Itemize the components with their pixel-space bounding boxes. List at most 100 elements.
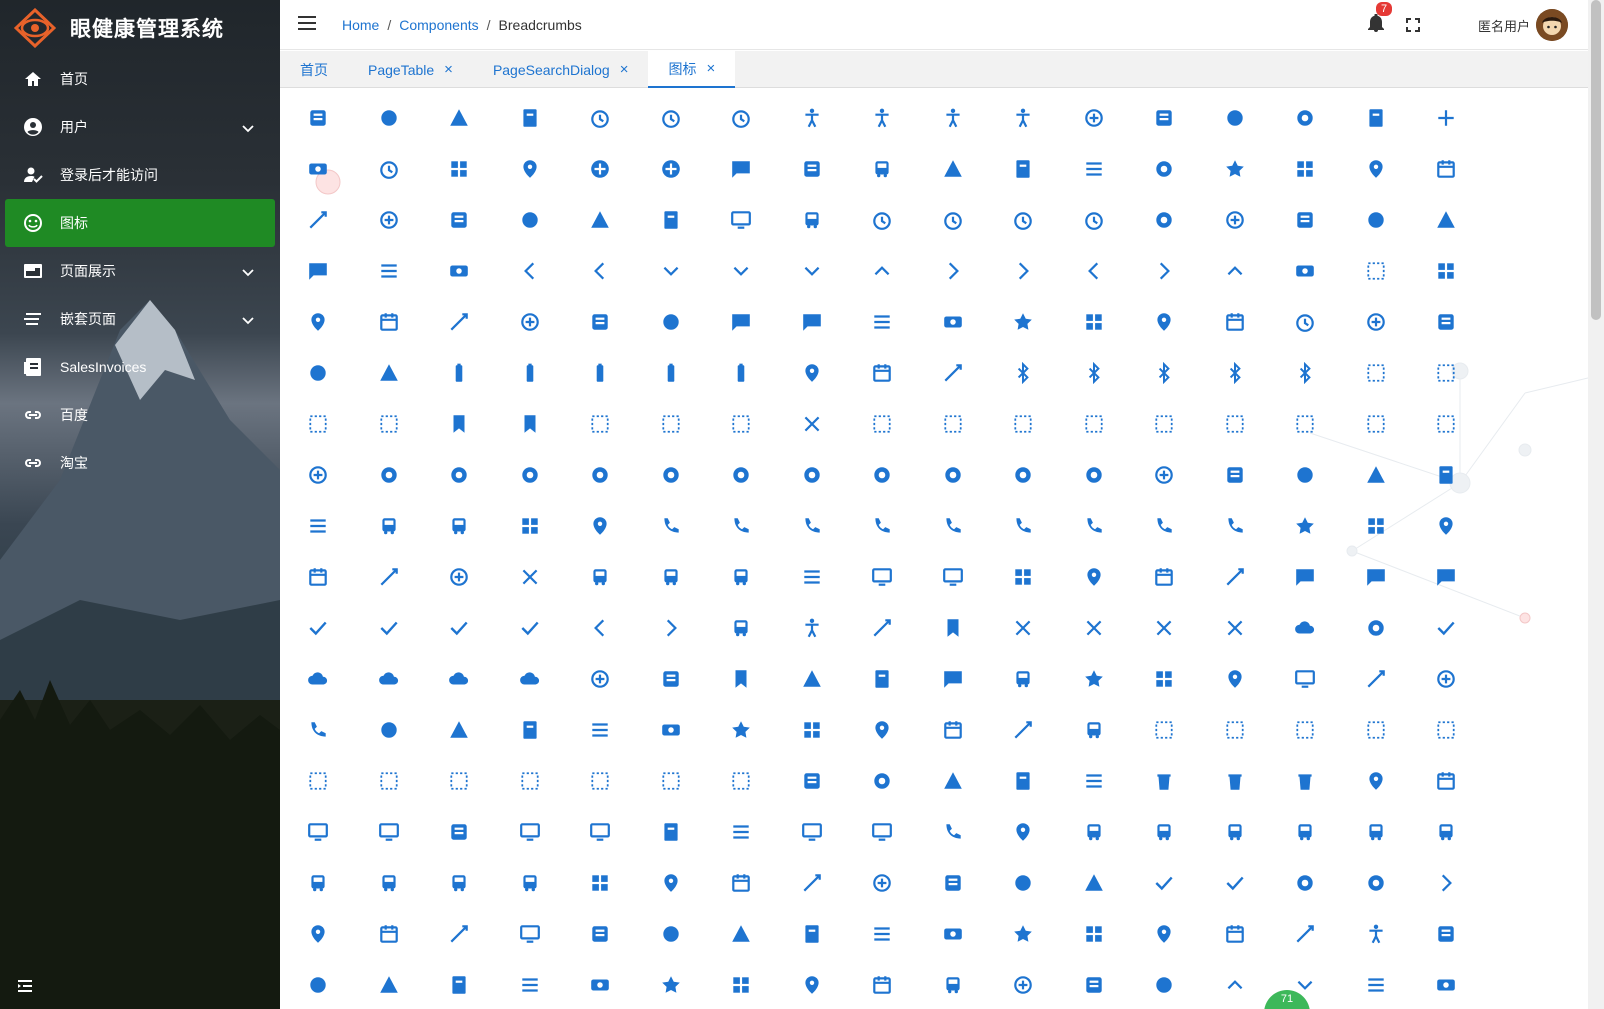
airline-seat-recline-normal-icon[interactable] <box>494 194 566 246</box>
avatar[interactable] <box>1536 9 1568 41</box>
device-hub-icon[interactable] <box>635 806 707 858</box>
cloud-queue-icon[interactable] <box>423 653 495 705</box>
av-timer-icon[interactable] <box>1269 296 1341 348</box>
call-to-action-icon[interactable] <box>1199 500 1271 552</box>
dock-icon[interactable] <box>987 857 1059 909</box>
cloud-icon[interactable] <box>1269 602 1341 654</box>
directions-railway-icon[interactable] <box>1410 806 1482 858</box>
battery-full-icon[interactable] <box>564 347 636 399</box>
call-received-icon[interactable] <box>1058 500 1130 552</box>
account-circle-icon[interactable] <box>1269 92 1341 144</box>
copyright-icon[interactable] <box>846 704 918 756</box>
business-center-icon[interactable] <box>423 500 495 552</box>
crop-7-5-icon[interactable] <box>1410 704 1482 756</box>
chat-bubble-outline-icon[interactable] <box>1410 551 1482 603</box>
delete-sweep-icon[interactable] <box>1269 755 1341 807</box>
center-focus-strong-icon[interactable] <box>1058 551 1130 603</box>
clear-icon[interactable] <box>987 602 1059 654</box>
email-icon[interactable] <box>846 908 918 960</box>
ev-station-2-icon[interactable] <box>705 959 777 1009</box>
brightness-3-icon[interactable] <box>494 449 566 501</box>
card-travel-icon[interactable] <box>705 551 777 603</box>
directions-run-icon[interactable] <box>282 857 354 909</box>
do-not-disturb-on-icon[interactable] <box>917 857 989 909</box>
all-inbox-icon[interactable] <box>1199 194 1271 246</box>
exit-to-app-icon[interactable] <box>1128 959 1200 1009</box>
cloud-upload-icon[interactable] <box>494 653 566 705</box>
call-icon[interactable] <box>635 500 707 552</box>
donut-large-icon[interactable] <box>1269 857 1341 909</box>
dialpad-icon[interactable] <box>987 806 1059 858</box>
call-split-icon[interactable] <box>1128 500 1200 552</box>
dvr-icon[interactable] <box>494 908 566 960</box>
emoji-people-icon[interactable] <box>1340 908 1412 960</box>
collections-bookmark-icon[interactable] <box>705 653 777 705</box>
closed-caption-icon[interactable] <box>1199 602 1271 654</box>
backspace-icon[interactable] <box>1340 296 1412 348</box>
menu-toggle-icon[interactable] <box>298 15 316 36</box>
close-icon[interactable]: × <box>620 61 629 78</box>
add-circle-outline-icon[interactable] <box>635 143 707 195</box>
border-left-icon[interactable] <box>1058 398 1130 450</box>
child-care-icon[interactable] <box>705 602 777 654</box>
contact-mail-icon[interactable] <box>1410 653 1482 705</box>
assignment-return-icon[interactable] <box>494 296 566 348</box>
sidebar-item-4[interactable]: 页面展示 <box>0 247 280 295</box>
adb-icon[interactable] <box>1340 92 1412 144</box>
camera-front-icon[interactable] <box>282 551 354 603</box>
border-inner-icon[interactable] <box>987 398 1059 450</box>
border-bottom-icon[interactable] <box>705 398 777 450</box>
bluetooth-audio-icon[interactable] <box>1058 347 1130 399</box>
event-available-icon[interactable] <box>846 959 918 1009</box>
check-circle-icon[interactable] <box>494 602 566 654</box>
border-top-icon[interactable] <box>1340 398 1412 450</box>
arrow-right-icon[interactable] <box>1128 245 1200 297</box>
arrow-forward-icon[interactable] <box>917 245 989 297</box>
device-unknown-icon[interactable] <box>705 806 777 858</box>
sidebar-item-1[interactable]: 用户 <box>0 103 280 151</box>
brightness-low-icon[interactable] <box>987 449 1059 501</box>
broken-image-icon[interactable] <box>1128 449 1200 501</box>
credit-card-icon[interactable] <box>1058 704 1130 756</box>
bluetooth-searching-icon[interactable] <box>1269 347 1341 399</box>
dialer-sip-icon[interactable] <box>917 806 989 858</box>
bookmark-border-icon[interactable] <box>564 398 636 450</box>
add-location-icon[interactable] <box>776 143 848 195</box>
chevron-down-icon[interactable] <box>242 312 254 328</box>
bluetooth-disabled-icon[interactable] <box>1199 347 1271 399</box>
border-outer-icon[interactable] <box>1128 398 1200 450</box>
brightness-1-icon[interactable] <box>353 449 425 501</box>
developer-mode-icon[interactable] <box>564 806 636 858</box>
control-camera-icon[interactable] <box>635 704 707 756</box>
call-merge-icon[interactable] <box>846 500 918 552</box>
crop-free-icon[interactable] <box>353 755 425 807</box>
developer-board-icon[interactable] <box>494 806 566 858</box>
alarm-on-icon[interactable] <box>1058 194 1130 246</box>
domain-icon[interactable] <box>1058 857 1130 909</box>
drag-handle-icon[interactable] <box>353 908 425 960</box>
delete-forever-icon[interactable] <box>1199 755 1271 807</box>
double-arrow-icon[interactable] <box>1410 857 1482 909</box>
control-point-duplicate-icon[interactable] <box>776 704 848 756</box>
content-paste-icon[interactable] <box>564 704 636 756</box>
arrow-drop-down-icon[interactable] <box>705 245 777 297</box>
crop-original-icon[interactable] <box>494 755 566 807</box>
dehaze-icon[interactable] <box>1058 755 1130 807</box>
deck-icon[interactable] <box>987 755 1059 807</box>
directions-icon[interactable] <box>1058 806 1130 858</box>
crop-16-9-icon[interactable] <box>1199 704 1271 756</box>
chevron-down-icon[interactable] <box>242 120 254 136</box>
check-box-icon[interactable] <box>353 602 425 654</box>
3d-icon[interactable] <box>353 92 425 144</box>
bathtub-icon[interactable] <box>353 347 425 399</box>
assignment-icon[interactable] <box>282 296 354 348</box>
page-scrollbar[interactable] <box>1588 0 1604 1009</box>
airline-seat-individual-suite-icon[interactable] <box>1340 143 1412 195</box>
access-alarm-icon[interactable] <box>564 92 636 144</box>
emoji-flags-icon[interactable] <box>1058 908 1130 960</box>
audiotrack-icon[interactable] <box>1128 296 1200 348</box>
bluetooth-icon[interactable] <box>987 347 1059 399</box>
directions-walk-icon[interactable] <box>494 857 566 909</box>
assistant-photo-icon[interactable] <box>776 296 848 348</box>
child-friendly-icon[interactable] <box>776 602 848 654</box>
